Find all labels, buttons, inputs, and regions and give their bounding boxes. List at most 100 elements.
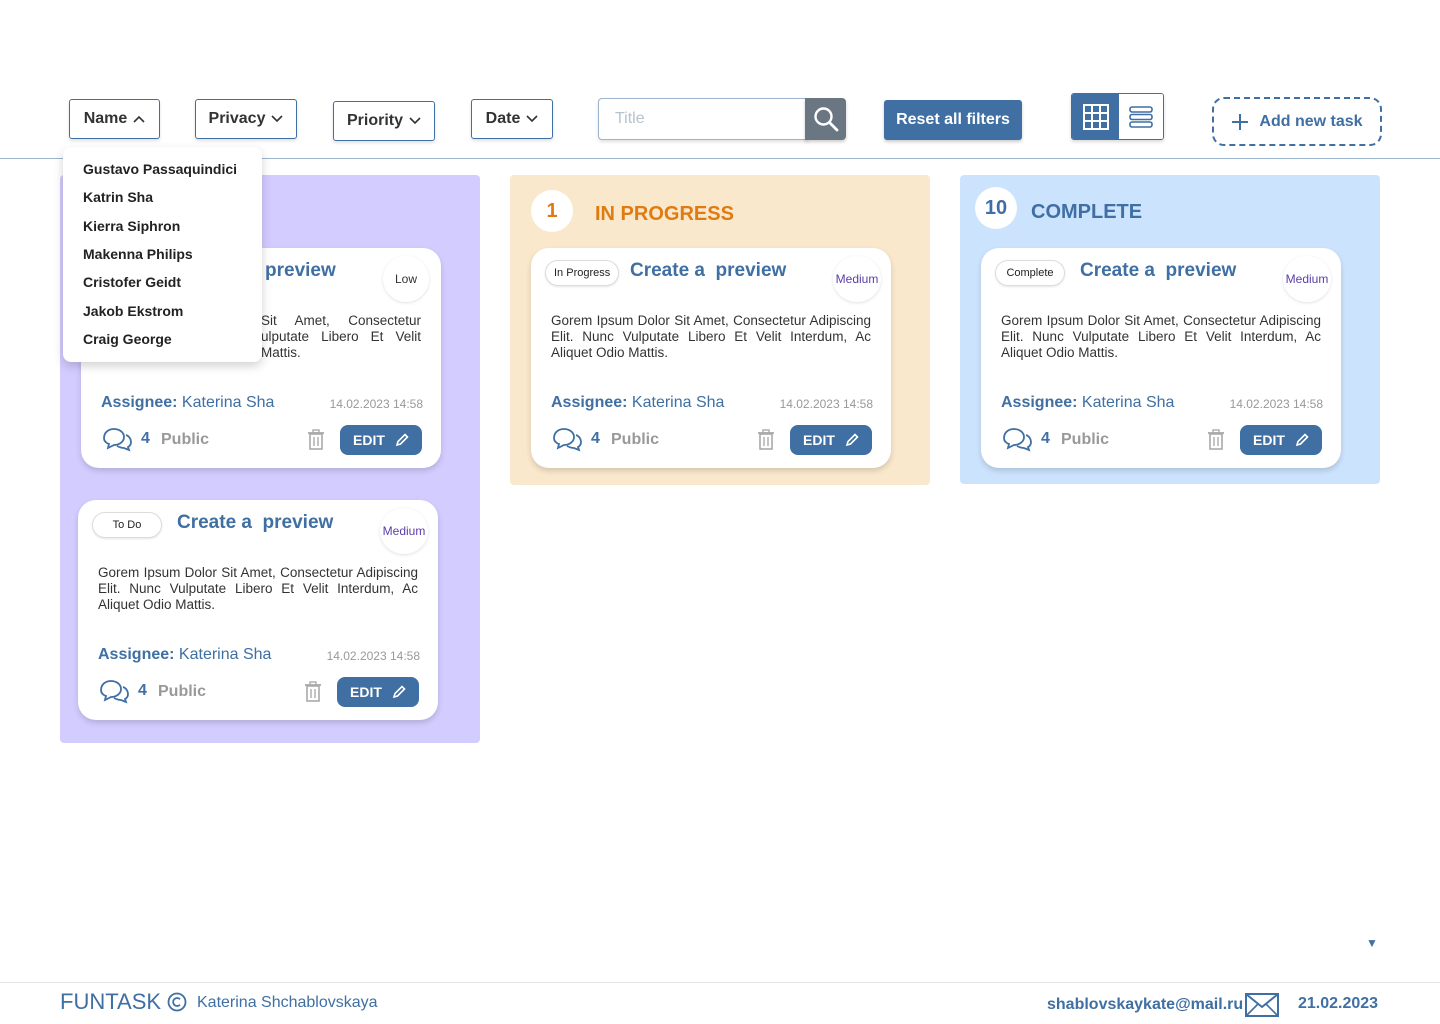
brand-logo: FUNTASK [60,989,187,1015]
edit-button[interactable]: EDIT [340,425,422,455]
name-filter-button[interactable]: Name [69,99,160,139]
column-count: 1 [531,190,573,232]
add-new-task-button[interactable]: Add new task [1212,97,1382,146]
priority-filter-label: Priority [346,112,403,129]
grid-icon [1082,103,1109,130]
edit-label: EDIT [1253,432,1285,448]
comments-button[interactable]: 4 [551,426,600,452]
comments-icon [100,680,129,704]
card-date: 14.02.2023 14:58 [779,397,873,411]
card-title: Create a preview [630,260,787,281]
privacy-label: Public [158,683,207,700]
edit-button[interactable]: EDIT [1240,425,1322,455]
comments-button[interactable]: 4 [98,678,147,704]
assignee-label: Assignee: [101,394,178,411]
scroll-down-arrow-icon[interactable]: ▼ [1366,936,1378,950]
assignee-name: Katerina Sha [181,394,275,411]
assignee-name: Katerina Sha [631,394,725,411]
search-box [598,98,846,140]
comments-button[interactable]: 4 [101,426,150,452]
list-icon [1129,105,1153,128]
name-dropdown-menu: Gustavo Passaquindici Katrin Sha Kierra … [63,147,262,362]
assignee-name: Katerina Sha [178,646,272,663]
comments-count: 4 [141,430,150,447]
column-complete: 10 COMPLETE Complete Create a preview Me… [960,175,1380,484]
dropdown-item[interactable]: Cristofer Geidt [63,268,262,296]
footer-divider [0,982,1440,983]
trash-icon[interactable] [306,429,326,451]
edit-button[interactable]: EDIT [790,425,872,455]
card-title: Create a preview [177,512,334,533]
add-new-task-label: Add new task [1259,112,1363,130]
plus-icon [1232,113,1249,130]
search-button[interactable] [805,98,846,140]
assignee-name: Katerina Sha [1081,394,1175,411]
column-title: IN PROGRESS [595,203,734,225]
search-input[interactable] [598,98,808,140]
dropdown-item[interactable]: Gustavo Passaquindici [63,155,262,183]
dropdown-item[interactable]: Kierra Siphron [63,212,262,240]
pencil-icon [395,433,409,447]
dropdown-item[interactable]: Makenna Philips [63,240,262,268]
privacy-label: Public [161,431,210,448]
column-title: COMPLETE [1031,201,1143,223]
edit-button[interactable]: EDIT [337,677,419,707]
footer-author: Katerina Shchablovskaya [197,994,378,1011]
trash-icon[interactable] [756,429,776,451]
dropdown-item[interactable]: Craig George [63,325,262,353]
privacy-filter-button[interactable]: Privacy [195,99,297,139]
trash-icon[interactable] [1206,429,1226,451]
pencil-icon [392,685,406,699]
priority-badge: Low [383,256,429,302]
dropdown-item[interactable]: Katrin Sha [63,183,262,211]
name-filter-label: Name [83,110,128,127]
dropdown-item[interactable]: Jakob Ekstrom [63,296,262,324]
task-card[interactable]: In Progress Create a preview Medium Gore… [531,248,891,468]
task-card[interactable]: To Do Create a preview Medium Gorem Ipsu… [78,500,438,720]
card-description: Sit Amet, Consectetur ulputate Libero Et… [261,313,421,360]
card-date: 14.02.2023 14:58 [1229,397,1323,411]
date-filter-button[interactable]: Date [471,99,553,139]
copyright-icon [167,992,187,1012]
priority-badge: Medium [380,508,428,554]
column-count: 10 [975,187,1017,229]
grid-view-button[interactable] [1072,94,1119,139]
task-card[interactable]: Complete Create a preview Medium Gorem I… [981,248,1341,468]
task-board-app: Name Privacy Priority Date Reset all fil… [0,0,1440,1024]
card-description: Gorem Ipsum Dolor Sit Amet, Consectetur … [1001,313,1321,360]
footer-email[interactable]: shablovskaykate@mail.ru [1047,996,1243,1014]
pencil-icon [1295,433,1309,447]
card-assignee: Assignee: Katerina Sha [98,646,271,664]
search-icon [813,107,838,132]
date-filter-label: Date [485,110,521,127]
comments-count: 4 [1041,430,1050,447]
card-assignee: Assignee: Katerina Sha [551,394,724,412]
card-description: Gorem Ipsum Dolor Sit Amet, Consectetur … [98,565,418,612]
priority-filter-button[interactable]: Priority [333,101,435,141]
priority-badge: Medium [1283,256,1331,302]
mail-icon[interactable] [1244,991,1280,1019]
card-title: Create a preview [1080,260,1237,281]
privacy-label: Public [1061,431,1110,448]
brand-name: FUNTASK [60,989,162,1014]
card-description: Gorem Ipsum Dolor Sit Amet, Consectetur … [551,313,871,360]
card-assignee: Assignee: Katerina Sha [1001,394,1174,412]
status-badge: In Progress [545,260,620,286]
status-badge: Complete [995,260,1065,286]
edit-label: EDIT [353,432,385,448]
privacy-filter-label: Privacy [208,110,266,127]
comments-button[interactable]: 4 [1001,426,1050,452]
edit-label: EDIT [803,432,835,448]
trash-icon[interactable] [303,681,323,703]
edit-label: EDIT [350,684,382,700]
status-badge: To Do [92,512,162,538]
assignee-label: Assignee: [98,646,175,663]
view-toggle [1071,93,1164,140]
card-date: 14.02.2023 14:58 [326,649,420,663]
chevron-down-icon [409,117,421,125]
footer-date: 21.02.2023 [1298,995,1379,1012]
priority-badge: Medium [833,256,881,302]
comments-icon [103,428,132,452]
reset-filters-button[interactable]: Reset all filters [884,100,1022,140]
list-view-button[interactable] [1119,94,1163,139]
